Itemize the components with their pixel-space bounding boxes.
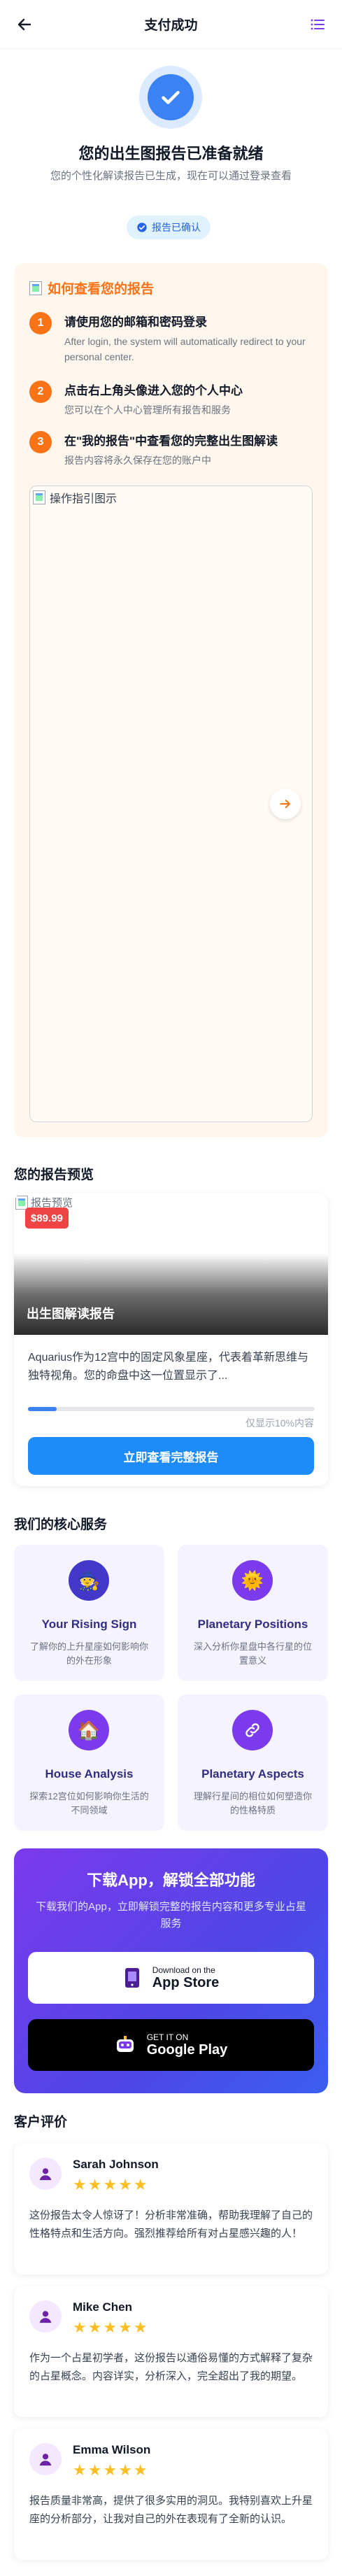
app-store-button[interactable]: Download on the App Store (28, 1952, 314, 2004)
guide-image-alt: 操作指引图示 (50, 493, 117, 505)
success-section: 您的出生图报告已准备就绪 您的个性化解读报告已生成，现在可以通过登录查看 报告已… (0, 49, 342, 245)
service-title: Planetary Positions (197, 1618, 308, 1631)
reviewer-name: Sarah Johnson (73, 2158, 159, 2171)
step-title: 点击右上角头像进入您的个人中心 (64, 384, 243, 397)
link-icon (232, 1710, 273, 1750)
google-play-big: Google Play (146, 2041, 228, 2058)
check-icon (162, 91, 180, 104)
sun-icon: 🌞 (232, 1560, 273, 1601)
preview-progress (28, 1407, 315, 1411)
broken-image-icon (29, 281, 42, 295)
review-card: Sarah Johnson ★★★★★ 这份报告太令人惊讶了！分析非常准确，帮助… (14, 2144, 328, 2274)
preview-progress-fill (28, 1407, 57, 1411)
step-desc: After login, the system will automatical… (64, 336, 306, 362)
top-bar: 支付成功 (0, 0, 342, 49)
success-subtitle: 您的个性化解读报告已生成，现在可以通过登录查看 (50, 170, 292, 182)
services-section-title: 我们的核心服务 (14, 1517, 108, 1532)
preview-section-title: 您的报告预览 (14, 1168, 94, 1182)
review-card: Emma Wilson ★★★★★ 报告质量非常高，提供了很多实用的洞见。我特别… (14, 2429, 328, 2560)
menu-button[interactable] (306, 13, 329, 36)
check-circle-icon (137, 222, 147, 232)
service-desc: 了解你的上升星座如何影响你的外在形象 (29, 1641, 148, 1666)
phone-icon (124, 1968, 139, 1988)
app-store-big: App Store (152, 1974, 220, 1990)
guide-header: 如何查看您的报告 (29, 278, 154, 297)
back-button[interactable] (13, 13, 36, 36)
avatar (29, 2443, 62, 2475)
user-icon (39, 2454, 52, 2466)
status-badge: 报告已确认 (127, 215, 211, 239)
robot-icon (116, 2036, 134, 2052)
step-title: 请使用您的邮箱和密码登录 (64, 316, 207, 329)
download-app-banner: 下载App，解锁全部功能 下载我们的App，立即解锁完整的报告内容和更多专业占星… (14, 1848, 328, 2093)
service-title: House Analysis (45, 1767, 134, 1781)
star-rating: ★★★★★ (73, 2461, 149, 2479)
page-title: 支付成功 (144, 18, 198, 33)
step-number: 2 (29, 381, 52, 403)
guide-image: 操作指引图示 (29, 486, 313, 1122)
user-icon (39, 2168, 52, 2181)
arrow-right-icon (280, 800, 290, 808)
app-store-small: Download on the (152, 1965, 215, 1975)
guide-step: 2 点击右上角头像进入您的个人中心 您可以在个人中心管理所有报告和服务 (29, 381, 316, 418)
service-card-rising-sign[interactable]: 🧙 Your Rising Sign 了解你的上升星座如何影响你的外在形象 (14, 1545, 164, 1681)
service-title: Your Rising Sign (41, 1618, 137, 1631)
review-text: 作为一个占星初学者，这份报告以通俗易懂的方式解释了复杂的占星概念。内容详实，分析… (29, 2352, 313, 2382)
price-badge: $89.99 (25, 1208, 69, 1229)
step-number: 1 (29, 312, 52, 334)
house-icon: 🏠 (69, 1710, 109, 1750)
success-title: 您的出生图报告已准备就绪 (78, 145, 264, 162)
reviewer-name: Mike Chen (73, 2300, 133, 2314)
arrow-left-icon (17, 18, 31, 31)
report-preview-card: 报告预览 $89.99 出生图解读报告 Aquarius作为12宫中的固定风象星… (14, 1194, 328, 1486)
review-text: 报告质量非常高，提供了很多实用的洞见。我特别喜欢上升星座的分析部分，让我对自己的… (29, 2495, 313, 2525)
guide-card: 如何查看您的报告 1 请使用您的邮箱和密码登录 After login, the… (14, 263, 328, 1138)
user-icon (39, 2311, 52, 2323)
preview-image: 报告预览 $89.99 出生图解读报告 (14, 1194, 328, 1335)
view-full-report-button[interactable]: 立即查看完整报告 (28, 1437, 314, 1475)
step-title: 在"我的报告"中查看您的完整出生图解读 (64, 434, 278, 448)
next-slide-button[interactable] (270, 788, 301, 819)
service-desc: 探索12宫位如何影响你生活的不同领域 (29, 1791, 149, 1816)
service-desc: 理解行星间的相位如何塑造你的性格特质 (193, 1791, 312, 1816)
google-play-button[interactable]: GET IT ON Google Play (28, 2019, 314, 2071)
guide-title: 如何查看您的报告 (48, 282, 155, 297)
preview-image-title: 出生图解读报告 (27, 1307, 115, 1321)
service-desc: 深入分析你星盘中各行星的位置意义 (193, 1641, 312, 1666)
star-rating: ★★★★★ (73, 2176, 149, 2193)
avatar (29, 2158, 62, 2190)
service-card-planetary-positions[interactable]: 🌞 Planetary Positions 深入分析你星盘中各行星的位置意义 (178, 1545, 328, 1681)
reviews-section-title: 客户评价 (14, 2115, 68, 2130)
step-desc: 报告内容将永久保存在您的账户中 (64, 455, 211, 466)
review-card: Mike Chen ★★★★★ 作为一个占星初学者，这份报告以通俗易懂的方式解释… (14, 2286, 328, 2417)
download-title: 下载App，解锁全部功能 (87, 1871, 255, 1889)
service-title: Planetary Aspects (201, 1767, 304, 1781)
step-number: 3 (29, 431, 52, 453)
google-play-small: GET IT ON (146, 2032, 189, 2042)
guide-step: 3 在"我的报告"中查看您的完整出生图解读 报告内容将永久保存在您的账户中 (29, 431, 316, 468)
step-desc: 您可以在个人中心管理所有报告和服务 (64, 404, 231, 416)
reviewer-name: Emma Wilson (73, 2443, 151, 2456)
broken-image-icon (33, 490, 45, 504)
guide-step: 1 请使用您的邮箱和密码登录 After login, the system w… (29, 312, 316, 365)
download-subtitle: 下载我们的App，立即解锁完整的报告内容和更多专业占星服务 (36, 1901, 306, 1930)
status-badge-label: 报告已确认 (152, 222, 201, 233)
preview-text: Aquarius作为12宫中的固定风象星座，代表着革新思维与独特视角。您的命盘中… (28, 1352, 308, 1382)
avatar (29, 2300, 62, 2333)
service-card-house-analysis[interactable]: 🏠 House Analysis 探索12宫位如何影响你生活的不同领域 (14, 1694, 164, 1831)
broken-image-icon (15, 1195, 28, 1210)
wizard-icon: 🧙 (69, 1560, 109, 1601)
service-card-planetary-aspects[interactable]: Planetary Aspects 理解行星间的相位如何塑造你的性格特质 (178, 1694, 328, 1831)
progress-label: 仅显示10%内容 (245, 1417, 314, 1429)
star-rating: ★★★★★ (73, 2319, 149, 2336)
review-text: 这份报告太令人惊讶了！分析非常准确，帮助我理解了自己的性格特点和生活方向。强烈推… (29, 2209, 313, 2239)
list-icon (311, 19, 325, 30)
success-check (139, 66, 202, 129)
